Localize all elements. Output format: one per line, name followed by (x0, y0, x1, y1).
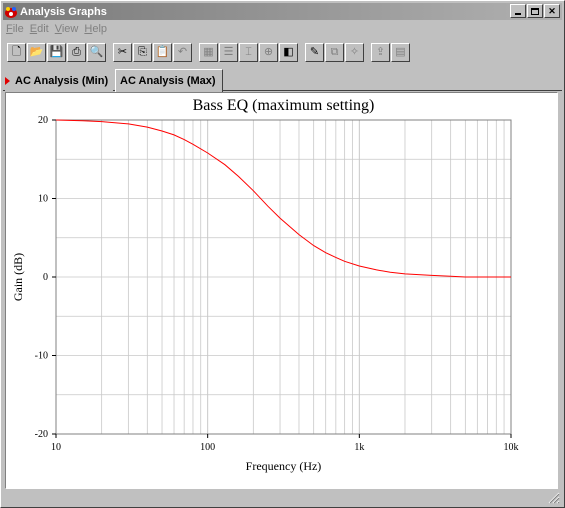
menu-bar: File Edit View Help (3, 21, 110, 37)
export-excel-button[interactable]: ▤ (391, 42, 410, 62)
export-button[interactable]: ⇪ (371, 42, 390, 62)
properties-icon: ✎ (309, 45, 320, 58)
print-preview-button[interactable]: 🔍 (87, 42, 106, 62)
grid-icon: ▦ (203, 45, 214, 58)
y-tick-label: -20 (35, 429, 48, 440)
cut-icon: ✂ (117, 45, 128, 58)
print-button[interactable]: ⎙ (67, 42, 86, 62)
undo-button[interactable]: ↶ (173, 42, 192, 62)
tab-ac-analysis-max[interactable]: AC Analysis (Max) (115, 69, 223, 92)
overlay-button[interactable]: ⧉ (325, 42, 344, 62)
minimize-icon (515, 13, 521, 15)
grid-button[interactable]: ▦ (199, 42, 218, 62)
status-bar (3, 490, 562, 506)
print-preview-icon: 🔍 (89, 45, 104, 58)
app-icon[interactable] (4, 5, 18, 19)
tab-label: AC Analysis (Max) (120, 75, 216, 87)
tab-ac-analysis-min[interactable]: AC Analysis (Min) (5, 71, 113, 91)
paste-icon: 📋 (155, 45, 170, 58)
close-icon: ✕ (548, 5, 556, 16)
x-tick-label: 1k (354, 442, 364, 453)
save-icon: 💾 (49, 45, 64, 58)
x-tick-label: 100 (200, 442, 215, 453)
y-axis-label: Gain (dB) (11, 253, 25, 301)
reverse-colors-icon: ◧ (283, 45, 294, 58)
maximize-icon (531, 7, 539, 15)
title-bar[interactable]: Analysis Graphs ✕ (3, 3, 562, 20)
export-icon: ⇪ (375, 45, 386, 58)
zoom-icon: ⊕ (263, 45, 274, 58)
x-axis-label: Frequency (Hz) (246, 459, 322, 473)
minimize-button[interactable] (510, 4, 526, 18)
y-tick-label: 0 (43, 272, 48, 283)
overlay-icon: ⧉ (330, 45, 339, 58)
window-title: Analysis Graphs (20, 5, 107, 18)
analysis-graphs-window: Analysis Graphs ✕ File Edit View Help 🗋 📂… (0, 0, 565, 508)
menu-edit[interactable]: Edit (27, 23, 52, 35)
select-marks-button[interactable]: ✧ (345, 42, 364, 62)
resize-grip-icon[interactable] (548, 492, 560, 504)
menu-help[interactable]: Help (81, 23, 110, 35)
tab-label: AC Analysis (Min) (15, 75, 109, 87)
legend-icon: ☰ (223, 45, 234, 58)
zoom-button[interactable]: ⊕ (259, 42, 278, 62)
menu-view[interactable]: View (52, 23, 82, 35)
toolbar: 🗋 📂 💾 ⎙ 🔍 ✂ ⎘ 📋 ↶ ▦ ☰ ⌶ ⊕ ◧ ✎ ⧉ ✧ ⇪ ▤ (7, 39, 411, 65)
x-tick-label: 10k (504, 442, 519, 453)
cut-button[interactable]: ✂ (113, 42, 132, 62)
copy-button[interactable]: ⎘ (133, 42, 152, 62)
x-tick-label: 10 (51, 442, 61, 453)
close-button[interactable]: ✕ (544, 4, 560, 18)
y-tick-label: 10 (38, 194, 48, 205)
open-button[interactable]: 📂 (27, 42, 46, 62)
y-tick-label: 20 (38, 115, 48, 126)
new-button[interactable]: 🗋 (7, 42, 26, 62)
new-icon: 🗋 (12, 45, 21, 58)
select-marks-icon: ✧ (349, 45, 360, 58)
chart-title: Bass EQ (maximum setting) (193, 97, 375, 114)
cursors-button[interactable]: ⌶ (239, 42, 258, 62)
y-tick-label: -10 (35, 351, 48, 362)
open-icon: 📂 (29, 45, 44, 58)
export-excel-icon: ▤ (395, 45, 406, 58)
reverse-colors-button[interactable]: ◧ (279, 42, 298, 62)
tab-strip: AC Analysis (Min) AC Analysis (Max) (3, 69, 562, 92)
undo-icon: ↶ (177, 45, 188, 58)
cursors-icon: ⌶ (245, 45, 252, 58)
maximize-button[interactable] (527, 4, 543, 18)
paste-button[interactable]: 📋 (153, 42, 172, 62)
active-page-marker-icon (5, 77, 10, 85)
menu-file[interactable]: File (3, 23, 27, 35)
properties-button[interactable]: ✎ (305, 42, 324, 62)
print-icon: ⎙ (72, 45, 81, 58)
bode-plot: Bass EQ (maximum setting)10 100 1k 10k-20-1… (11, 97, 519, 473)
save-button[interactable]: 💾 (47, 42, 66, 62)
graph-panel[interactable]: Bass EQ (maximum setting) 10 100 1k 10k -20 -1… (5, 92, 558, 489)
copy-icon: ⎘ (138, 45, 147, 58)
legend-button[interactable]: ☰ (219, 42, 238, 62)
